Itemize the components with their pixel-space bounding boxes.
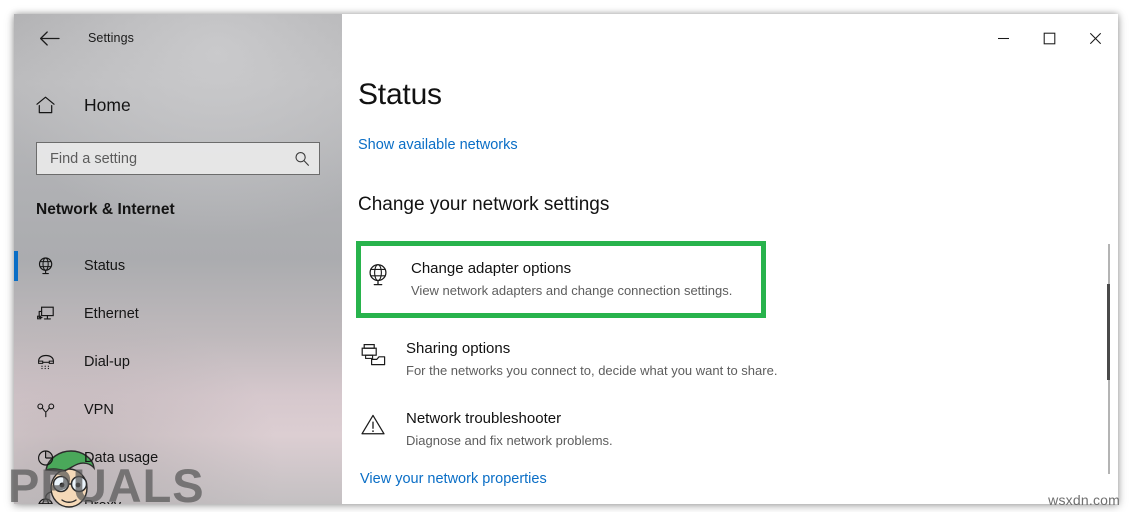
globe-monitor-icon [36,256,62,276]
search-icon[interactable] [294,151,310,167]
app-title: Settings [88,31,134,45]
home-label: Home [84,95,131,116]
vertical-scrollbar[interactable] [1103,62,1115,502]
option-sharing-options[interactable]: Sharing options For the networks you con… [358,332,1118,386]
sidebar-nav: Status Ethernet [14,242,342,504]
sidebar-item-label: Status [84,258,125,274]
option-title: Sharing options [406,339,777,359]
back-arrow-icon [39,31,60,46]
sidebar-titlebar: Settings [14,14,342,62]
option-description: Diagnose and fix network problems. [406,432,613,449]
option-title: Network troubleshooter [406,409,613,429]
warning-triangle-icon [360,409,406,438]
screenshot-root: Settings Home [0,0,1134,512]
section-heading: Change your network settings [358,194,1118,216]
option-description: View network adapters and change connect… [411,282,732,299]
sidebar-item-proxy[interactable]: Proxy [14,482,342,504]
close-icon [1089,32,1102,45]
option-description: For the networks you connect to, decide … [406,362,777,379]
page-title: Status [358,78,1118,112]
sharing-printer-folder-icon [360,339,406,368]
minimize-button[interactable] [980,14,1026,62]
source-watermark: wsxdn.com [1048,492,1120,508]
sidebar-item-label: VPN [84,402,114,418]
sidebar-item-vpn[interactable]: VPN [14,386,342,434]
maximize-icon [1043,32,1056,45]
back-button[interactable] [32,23,66,53]
option-network-troubleshooter[interactable]: Network troubleshooter Diagnose and fix … [358,402,1118,456]
sidebar-item-label: Data usage [84,450,158,466]
sidebar-item-label: Proxy [84,498,121,504]
sidebar-item-dial-up[interactable]: Dial-up [14,338,342,386]
proxy-globe-icon [36,496,62,504]
sidebar-item-label: Dial-up [84,354,130,370]
option-title: Change adapter options [411,259,732,279]
status-page-content: Status Show available networks Change yo… [342,62,1118,504]
close-button[interactable] [1072,14,1118,62]
search-input[interactable] [50,151,294,167]
sidebar-item-home[interactable]: Home [14,85,342,125]
vpn-icon [36,400,62,420]
dialup-phone-icon [36,352,62,372]
sidebar-item-ethernet[interactable]: Ethernet [14,290,342,338]
sidebar-item-data-usage[interactable]: Data usage [14,434,342,482]
pie-chart-icon [36,448,62,468]
minimize-icon [997,32,1010,45]
home-icon [36,96,62,114]
show-available-networks-link[interactable]: Show available networks [358,137,518,153]
search-box[interactable] [36,142,320,175]
sidebar-item-status[interactable]: Status [14,242,342,290]
sidebar-category-title: Network & Internet [36,201,342,219]
option-change-adapter-options[interactable]: Change adapter options View network adap… [365,252,761,306]
settings-window: Settings Home [14,14,1118,504]
view-network-properties-link[interactable]: View your network properties [360,471,547,487]
settings-sidebar: Settings Home [14,14,342,504]
maximize-button[interactable] [1026,14,1072,62]
scrollbar-thumb[interactable] [1107,284,1110,380]
main-pane: Status Show available networks Change yo… [342,14,1118,504]
ethernet-icon [36,304,62,324]
selection-indicator [14,251,18,281]
globe-monitor-icon [365,259,411,288]
sidebar-item-label: Ethernet [84,306,139,322]
window-controls [342,14,1118,62]
change-adapter-options-highlight: Change adapter options View network adap… [356,241,766,318]
